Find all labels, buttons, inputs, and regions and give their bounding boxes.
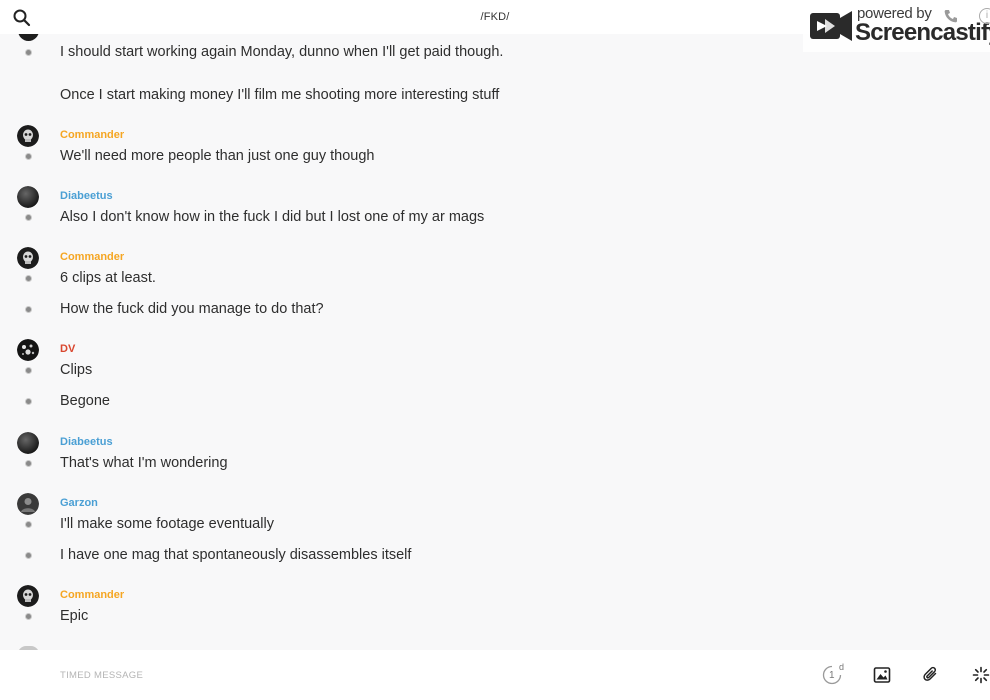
message-dot-icon <box>25 521 32 528</box>
diabeetus-avatar[interactable] <box>17 186 39 208</box>
phone-icon[interactable] <box>943 8 959 24</box>
message-text: I should start working again Monday, dun… <box>60 44 504 60</box>
info-icon[interactable]: i <box>979 8 990 24</box>
splatter-icon <box>17 339 39 361</box>
message-dot-icon <box>25 613 32 620</box>
timer-value: 1 <box>829 670 835 681</box>
message-text: How the fuck did you manage to do that? <box>60 301 324 317</box>
message-text: Begone <box>60 393 110 409</box>
message-text: Once I start making money I'll film me s… <box>60 87 500 103</box>
message-list: I should start working again Monday, dun… <box>0 34 990 650</box>
message-dot-icon <box>25 275 32 282</box>
sparkle-icon <box>972 666 990 684</box>
username[interactable]: DV <box>60 343 75 355</box>
commander-avatar[interactable] <box>17 247 39 269</box>
effects-button[interactable] <box>972 666 990 684</box>
message-dot-icon <box>25 214 32 221</box>
message-dot-icon <box>25 398 32 405</box>
username[interactable]: Commander <box>60 251 124 263</box>
diabeetus-avatar[interactable] <box>17 432 39 454</box>
screencastify-watermark: powered by Screencastify i <box>803 0 990 52</box>
username[interactable]: Garzon <box>60 497 98 509</box>
message-text: Also I don't know how in the fuck I did … <box>60 209 485 225</box>
timer-unit: d <box>839 662 845 672</box>
timer-button[interactable]: 1 d <box>822 662 845 687</box>
skull-icon <box>17 585 39 607</box>
screencastify-logo-icon <box>810 11 852 41</box>
username[interactable]: Commander <box>60 129 124 141</box>
message-input[interactable] <box>60 664 760 686</box>
avatar <box>18 34 39 41</box>
message-dot-icon <box>25 552 32 559</box>
dark-orb-icon <box>17 432 39 454</box>
portrait-icon <box>17 493 39 515</box>
message-text: I'll make some footage eventually <box>60 516 274 532</box>
message-text: I have one mag that spontaneously disass… <box>60 547 412 563</box>
message-dot-icon <box>25 49 32 56</box>
image-icon <box>873 667 891 683</box>
image-button[interactable] <box>873 666 891 684</box>
watermark-brand-text: Screencastify <box>855 19 990 46</box>
composer-bar: 1 d <box>0 650 990 700</box>
message-dot-icon <box>25 306 32 313</box>
commander-avatar[interactable] <box>17 125 39 147</box>
dark-orb-icon <box>17 186 39 208</box>
message-dot-icon <box>25 460 32 467</box>
commander-avatar[interactable] <box>17 585 39 607</box>
message-text: We'll need more people than just one guy… <box>60 148 375 164</box>
username[interactable]: Diabeetus <box>60 190 113 202</box>
dv-avatar[interactable] <box>17 339 39 361</box>
username[interactable]: Diabeetus <box>60 436 113 448</box>
message-text: Clips <box>60 362 93 378</box>
message-text: Epic <box>60 608 89 624</box>
message-text: That's what I'm wondering <box>60 455 228 471</box>
username[interactable]: Commander <box>60 589 124 601</box>
message-text: 6 clips at least. <box>60 270 156 286</box>
attach-button[interactable] <box>922 666 940 684</box>
garzon-avatar[interactable] <box>17 493 39 515</box>
paperclip-icon <box>923 666 937 681</box>
skull-icon <box>17 247 39 269</box>
message-dot-icon <box>25 153 32 160</box>
message-dot-icon <box>25 367 32 374</box>
skull-icon <box>17 125 39 147</box>
